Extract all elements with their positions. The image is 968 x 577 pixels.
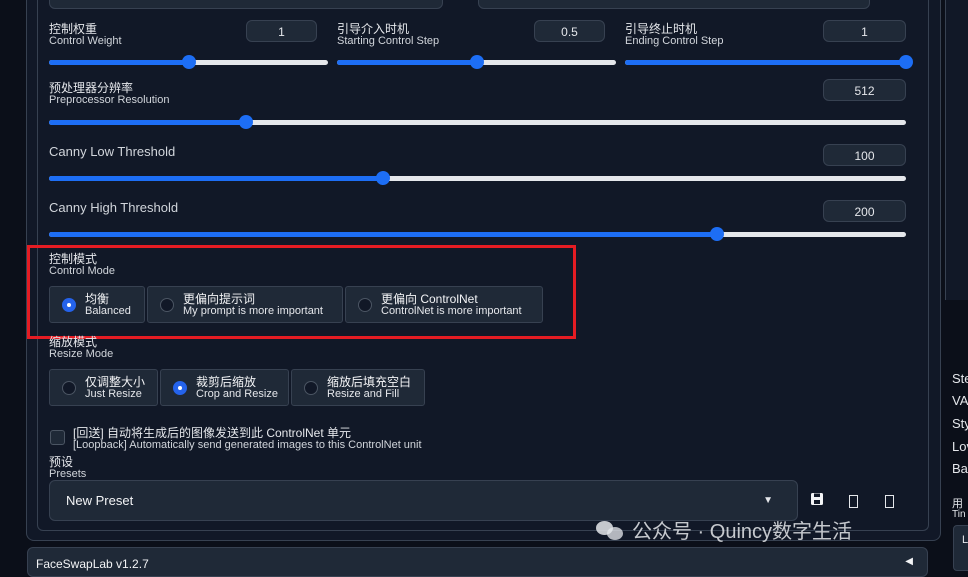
right-panel-item: VA bbox=[952, 393, 968, 408]
resize-mode-radio-group: 仅调整大小 Just Resize 裁剪后缩放 Crop and Resize … bbox=[49, 369, 425, 406]
loopback-label: [回送] 自动将生成后的图像发送到此 ControlNet 单元 [Loopba… bbox=[73, 427, 422, 451]
radio-text: 仅调整大小 Just Resize bbox=[85, 376, 145, 400]
presets-label-zh: 预设 bbox=[49, 455, 74, 469]
slider-thumb[interactable] bbox=[239, 115, 254, 129]
right-panel-item: Lov bbox=[952, 439, 968, 454]
slider-fill bbox=[49, 60, 189, 65]
canny-low-slider[interactable] bbox=[49, 171, 906, 185]
preprocessor-resolution-slider[interactable] bbox=[49, 115, 906, 129]
control-weight-input[interactable]: 1 bbox=[246, 20, 317, 42]
save-icon[interactable] bbox=[809, 492, 825, 510]
canny-low-input[interactable]: 100 bbox=[823, 144, 906, 166]
option-label-zh: 仅调整大小 bbox=[85, 374, 146, 389]
slider-fill bbox=[49, 120, 247, 125]
preprocessor-resolution-label-zh: 预处理器分辨率 bbox=[49, 81, 134, 95]
starting-step-label-en: Starting Control Step bbox=[337, 35, 440, 47]
load-preset-icon[interactable] bbox=[845, 492, 861, 510]
resize-mode-option-resize-and-fill[interactable]: 缩放后填充空白 Resize and Fill bbox=[291, 369, 425, 406]
starting-step-slider[interactable] bbox=[337, 55, 616, 69]
slider-fill bbox=[625, 60, 906, 65]
ending-step-label-en: Ending Control Step bbox=[625, 35, 724, 47]
canny-low-label: Canny Low Threshold bbox=[49, 144, 176, 159]
presets-label-en: Presets bbox=[49, 468, 87, 480]
control-weight-slider[interactable] bbox=[49, 55, 328, 69]
presets-label: 预设 Presets bbox=[49, 456, 86, 480]
resize-mode-label-en: Resize Mode bbox=[49, 348, 114, 360]
canny-high-slider[interactable] bbox=[49, 227, 906, 241]
collapse-arrow-icon: ◀ bbox=[905, 556, 913, 567]
starting-step-label: 引导介入时机 Starting Control Step bbox=[337, 23, 439, 47]
resize-mode-label-zh: 缩放模式 bbox=[49, 335, 98, 349]
preprocessor-resolution-label-en: Preprocessor Resolution bbox=[49, 94, 170, 106]
option-label-en: Just Resize bbox=[85, 387, 142, 400]
radio-text: 裁剪后缩放 Crop and Resize bbox=[196, 376, 278, 400]
resize-mode-option-just-resize[interactable]: 仅调整大小 Just Resize bbox=[49, 369, 158, 406]
preprocessor-resolution-input[interactable]: 512 bbox=[823, 79, 906, 101]
ending-step-label: 引导终止时机 Ending Control Step bbox=[625, 23, 723, 47]
presets-selected-value: New Preset bbox=[66, 493, 134, 508]
canny-high-label: Canny High Threshold bbox=[49, 200, 179, 215]
option-label-en: Resize and Fill bbox=[327, 387, 400, 400]
preprocessor-resolution-label: 预处理器分辨率 Preprocessor Resolution bbox=[49, 82, 169, 106]
resize-mode-option-crop-and-resize[interactable]: 裁剪后缩放 Crop and Resize bbox=[160, 369, 289, 406]
radio-icon bbox=[62, 380, 76, 395]
loopback-checkbox[interactable] bbox=[50, 430, 65, 445]
control-weight-label: 控制权重 Control Weight bbox=[49, 23, 122, 47]
ending-step-slider[interactable] bbox=[625, 55, 913, 69]
slider-fill bbox=[49, 232, 718, 237]
slider-thumb[interactable] bbox=[181, 55, 196, 69]
right-panel-item: Sty bbox=[952, 416, 968, 431]
right-panel-bottom-label-2: Tin bbox=[952, 509, 966, 520]
starting-step-label-zh: 引导介入时机 bbox=[337, 22, 410, 36]
option-label-en: Crop and Resize bbox=[196, 387, 278, 400]
slider-fill bbox=[49, 176, 384, 181]
canny-high-input[interactable]: 200 bbox=[823, 200, 906, 222]
radio-icon bbox=[304, 380, 318, 395]
top-input-left[interactable] bbox=[49, 0, 443, 9]
radio-text: 缩放后填充空白 Resize and Fill bbox=[327, 376, 411, 400]
loopback-label-zh: [回送] 自动将生成后的图像发送到此 ControlNet 单元 bbox=[73, 426, 352, 440]
option-label-zh: 缩放后填充空白 bbox=[327, 374, 412, 389]
slider-thumb[interactable] bbox=[899, 55, 913, 69]
wechat-icon bbox=[596, 519, 626, 541]
option-label-zh: 裁剪后缩放 bbox=[196, 374, 257, 389]
radio-icon bbox=[173, 380, 187, 395]
delete-preset-icon[interactable] bbox=[881, 492, 897, 510]
faceswaplab-accordion[interactable]: FaceSwapLab v1.2.7 ◀ bbox=[27, 547, 928, 577]
right-panel-item: Ste bbox=[952, 371, 968, 386]
starting-step-input[interactable]: 0.5 bbox=[534, 20, 605, 42]
ending-step-input[interactable]: 1 bbox=[823, 20, 906, 42]
loopback-label-en: [Loopback] Automatically send generated … bbox=[73, 439, 422, 451]
right-panel-item: Ba bbox=[952, 461, 968, 476]
slider-thumb[interactable] bbox=[469, 55, 484, 69]
ending-step-label-zh: 引导终止时机 bbox=[625, 22, 698, 36]
right-panel-box-label: L bbox=[962, 534, 968, 546]
watermark: 公众号 · Quincy数字生活 bbox=[596, 515, 852, 544]
save-icon-svg bbox=[811, 493, 823, 505]
watermark-text: 公众号 · Quincy数字生活 bbox=[632, 521, 853, 543]
control-weight-label-en: Control Weight bbox=[49, 35, 122, 47]
right-panel-box[interactable]: L bbox=[953, 525, 968, 571]
control-mode-highlight-box bbox=[27, 245, 576, 339]
resize-mode-label: 缩放模式 Resize Mode bbox=[49, 336, 113, 360]
slider-fill bbox=[337, 60, 477, 65]
top-input-right[interactable] bbox=[478, 0, 870, 9]
control-weight-label-zh: 控制权重 bbox=[49, 22, 98, 36]
right-scroll-panel bbox=[945, 0, 968, 300]
